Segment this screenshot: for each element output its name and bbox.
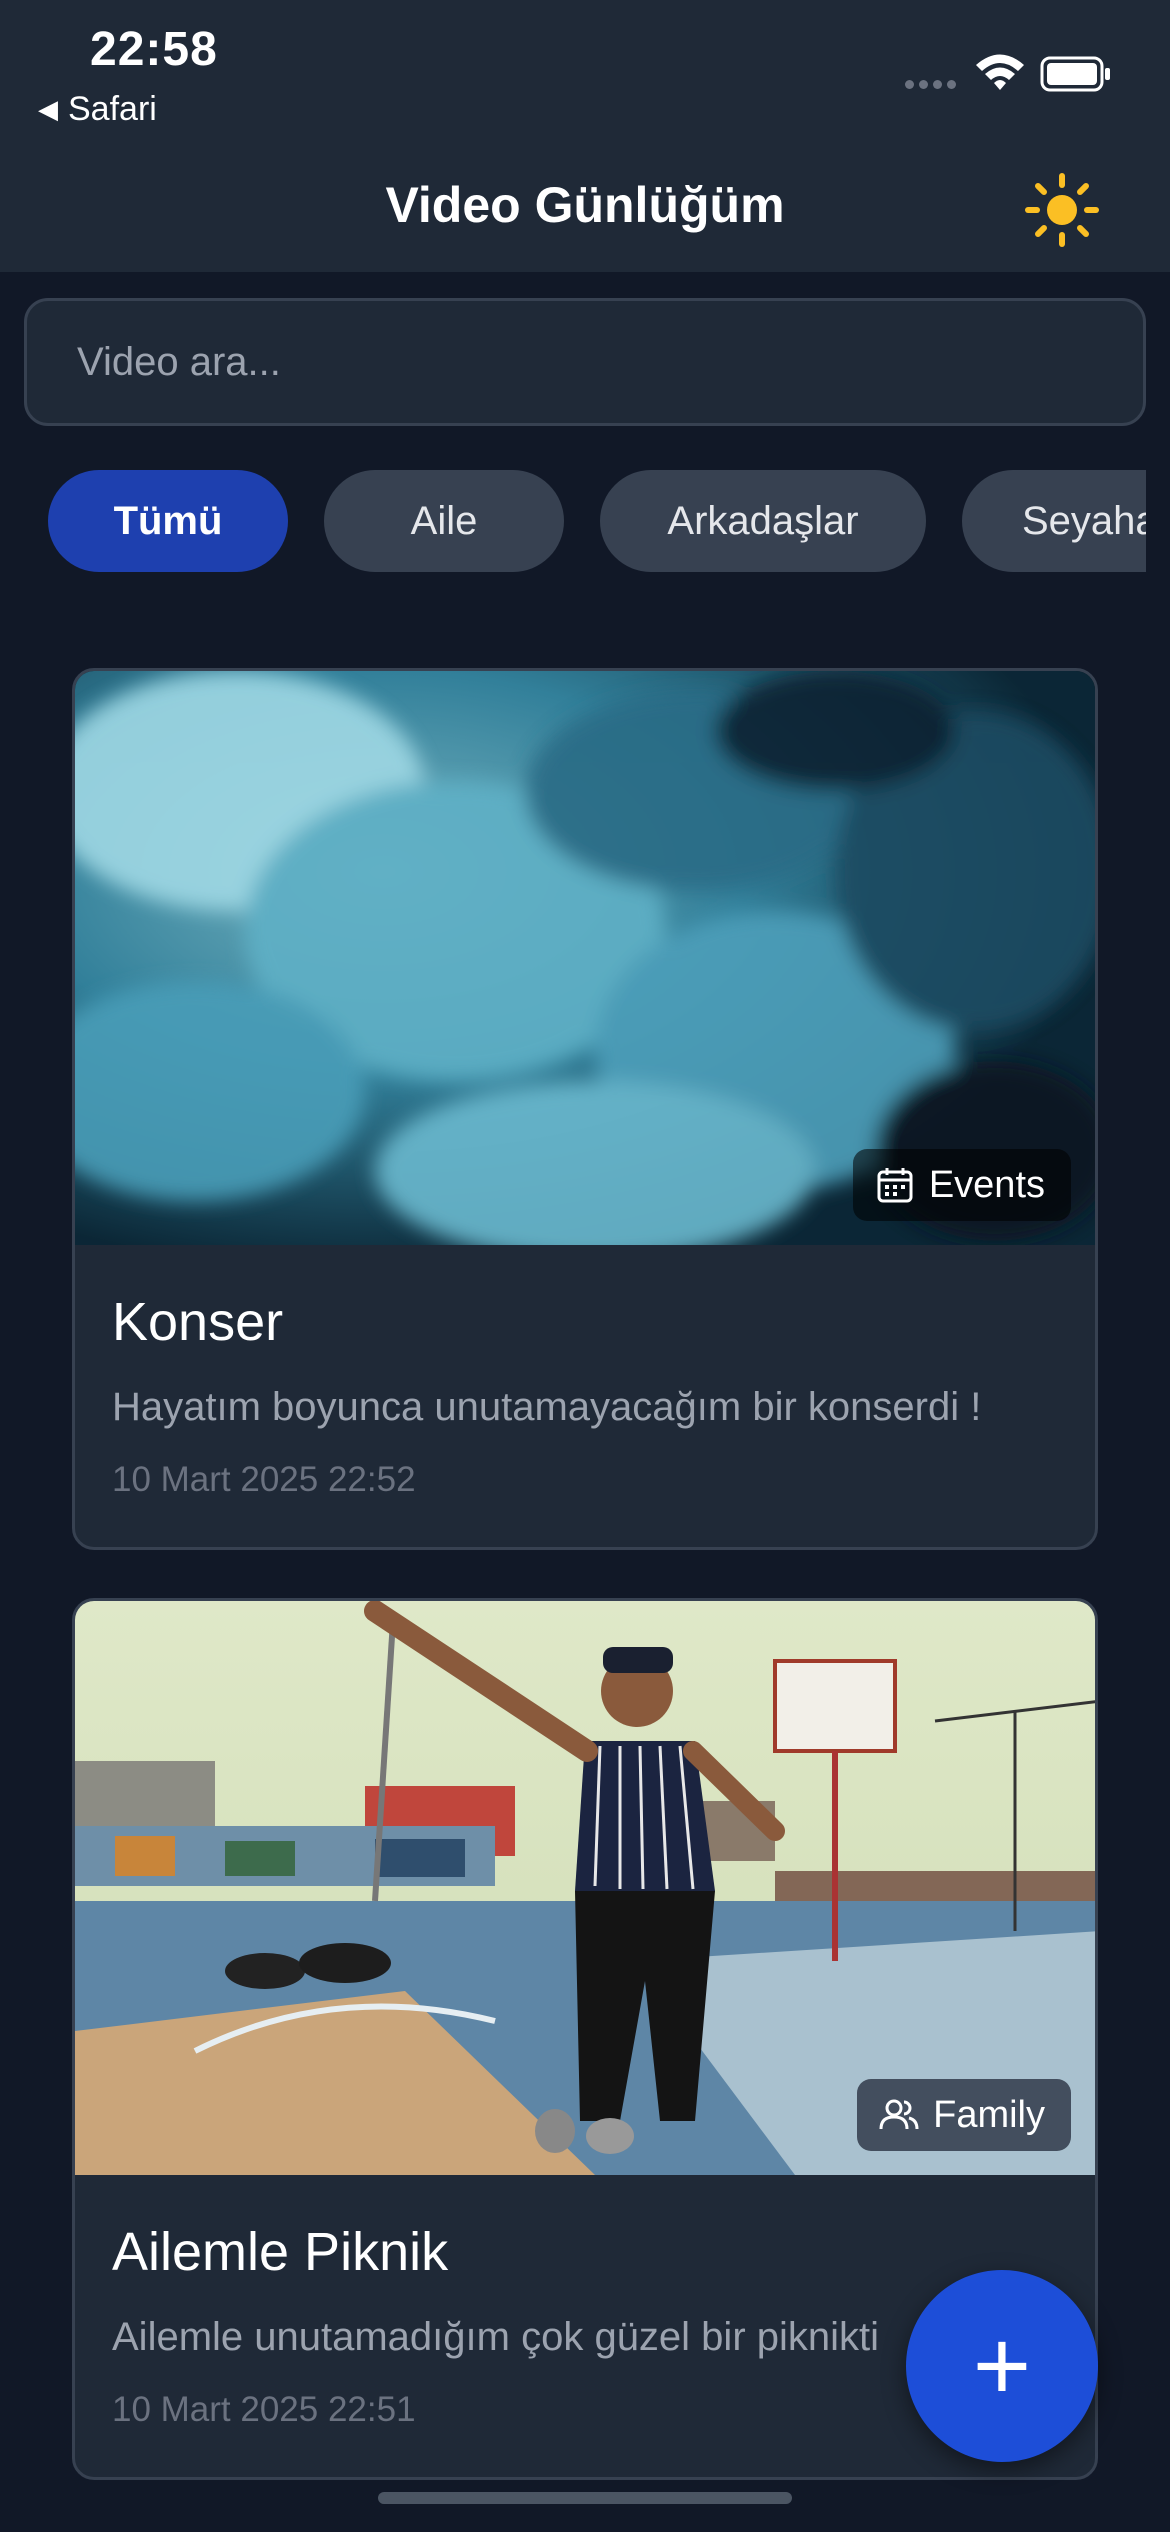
status-time: 22:58 xyxy=(90,23,218,76)
calendar-icon xyxy=(877,1168,913,1203)
video-title: Ailemle Piknik xyxy=(112,2222,449,2282)
wifi-icon xyxy=(976,54,1024,90)
battery-icon xyxy=(1040,56,1110,92)
page-title: Video Günlüğüm xyxy=(385,177,785,233)
video-description: Hayatım boyunca unutamayacağım bir konse… xyxy=(112,1385,982,1429)
category-filters: Tümü Aile Arkadaşlar Seyahat xyxy=(0,470,1146,576)
sun-icon[interactable] xyxy=(1024,172,1100,248)
video-date: 10 Mart 2025 22:52 xyxy=(112,1460,416,1499)
video-title: Konser xyxy=(112,1292,284,1352)
add-video-button[interactable]: + xyxy=(906,2270,1098,2462)
search-box xyxy=(24,298,1146,426)
category-label: Events xyxy=(928,1163,1045,1206)
search-input[interactable] xyxy=(27,301,1143,423)
top-bar: 22:58 ◀ Safari Video Günlüğüm xyxy=(0,0,1170,272)
video-thumbnail[interactable]: Family xyxy=(75,1601,1095,2175)
cellular-signal-icon xyxy=(905,80,956,89)
filter-chip-all[interactable]: Tümü xyxy=(48,470,288,572)
video-thumbnail[interactable]: Events xyxy=(75,671,1095,1245)
filter-chip-friends[interactable]: Arkadaşlar xyxy=(600,470,926,572)
category-badge: Events xyxy=(852,1149,1071,1221)
video-card[interactable]: Events Konser Hayatım boyunca unutamayac… xyxy=(72,668,1098,1550)
home-indicator xyxy=(378,2492,792,2504)
back-triangle-icon: ◀ xyxy=(38,94,58,124)
filter-chip-travel[interactable]: Seyahat xyxy=(962,470,1146,572)
screen: 22:58 ◀ Safari Video Günlüğüm Video ara.… xyxy=(0,0,1170,2532)
category-label: Family xyxy=(933,2093,1045,2136)
users-icon xyxy=(879,2099,919,2130)
back-to-safari-link[interactable]: ◀ Safari xyxy=(38,90,157,129)
filter-chip-family[interactable]: Aile xyxy=(324,470,564,572)
back-app-label: Safari xyxy=(68,90,157,128)
category-badge: Family xyxy=(857,2079,1071,2151)
